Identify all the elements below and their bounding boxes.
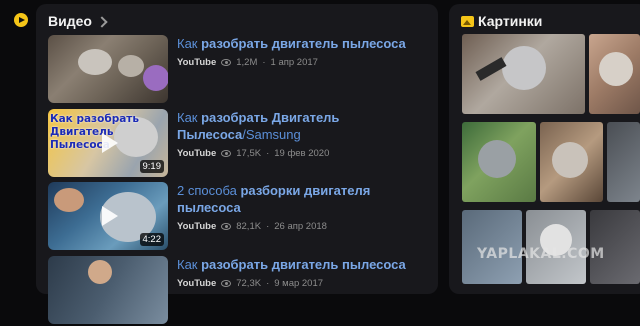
video-source[interactable]: YouTube (177, 221, 216, 232)
thumb-decoration (78, 49, 112, 75)
video-results-panel: Видео Как разобрать двигатель пылесоса Y… (36, 4, 438, 324)
title-text: /Samsung (242, 127, 301, 142)
image-thumbnail[interactable] (540, 122, 603, 202)
images-header[interactable]: Картинки (461, 13, 542, 29)
thumb-decoration (118, 55, 144, 77)
video-source[interactable]: YouTube (177, 57, 216, 68)
video-item[interactable]: Как разобрать Двигатель Пылесоса 9:19 Ка… (48, 109, 438, 179)
image-icon (461, 15, 474, 27)
thumb-decoration (599, 52, 633, 86)
video-thumbnail[interactable] (48, 256, 168, 324)
left-rail (0, 0, 36, 284)
videos-header[interactable]: Видео (48, 13, 108, 29)
meta-separator: · (266, 148, 270, 159)
video-duration: 9:19 (139, 160, 164, 173)
video-views: 82,1K (236, 221, 262, 232)
eye-icon (221, 150, 232, 157)
image-thumbnail[interactable] (607, 122, 640, 202)
title-highlight: разобрать двигатель пылесоса (201, 36, 406, 51)
video-meta: YouTube 82,1K · 26 апр 2018 (177, 221, 327, 232)
video-meta: YouTube 1,2М · 1 апр 2017 (177, 57, 318, 68)
video-date: 26 апр 2018 (274, 221, 327, 232)
eye-icon (221, 223, 232, 230)
video-source[interactable]: YouTube (177, 148, 216, 159)
title-text: Как (177, 257, 202, 272)
video-title[interactable]: Как разобрать двигатель пылесоса (177, 256, 435, 273)
image-thumbnail[interactable] (462, 34, 585, 114)
play-icon (102, 133, 118, 153)
thumbnail-caption: Как разобрать Двигатель Пылесоса (50, 113, 140, 152)
thumb-decoration (143, 65, 168, 91)
video-title[interactable]: Как разобрать двигатель пылесоса (177, 35, 435, 52)
play-circle-icon[interactable] (14, 13, 28, 27)
video-date: 1 апр 2017 (270, 57, 318, 68)
play-icon (102, 206, 118, 226)
eye-icon (221, 59, 232, 66)
title-text: Как (177, 110, 202, 125)
videos-heading[interactable]: Видео (48, 13, 92, 29)
watermark: YAPLAKAL.COM (477, 246, 605, 262)
video-item[interactable]: Как разобрать двигатель пылесоса YouTube… (48, 35, 438, 105)
thumb-decoration (54, 188, 84, 212)
video-thumbnail[interactable]: Как разобрать Двигатель Пылесоса 9:19 (48, 109, 168, 177)
video-title[interactable]: Как разобрать Двигатель Пылесоса/Samsung (177, 109, 435, 143)
thumb-decoration (478, 140, 516, 178)
title-highlight: разобрать двигатель пылесоса (201, 257, 406, 272)
video-thumbnail[interactable] (48, 35, 168, 103)
video-thumbnail[interactable]: 4:22 (48, 182, 168, 250)
chevron-right-icon (96, 15, 108, 28)
meta-separator: · (262, 57, 266, 68)
images-heading[interactable]: Картинки (478, 13, 542, 29)
thumb-decoration (88, 260, 112, 284)
thumb-decoration (502, 46, 546, 90)
image-thumbnail[interactable] (462, 122, 536, 202)
video-meta: YouTube 17,5K · 19 фев 2020 (177, 148, 329, 159)
meta-separator: · (266, 221, 270, 232)
video-views: 17,5K (236, 148, 262, 159)
video-date: 19 фев 2020 (274, 148, 330, 159)
title-text: 2 способа (177, 183, 241, 198)
image-thumbnail[interactable] (589, 34, 640, 114)
title-text: Как (177, 36, 202, 51)
thumb-decoration (552, 142, 588, 178)
video-views: 1,2М (236, 57, 258, 68)
video-item[interactable]: 4:22 2 способа разборки двигателя пылесо… (48, 182, 438, 252)
video-title[interactable]: 2 способа разборки двигателя пылесоса (177, 182, 435, 216)
video-item[interactable]: Как разобрать двигатель пылесоса YouTube… (48, 256, 438, 326)
video-duration: 4:22 (139, 233, 164, 246)
